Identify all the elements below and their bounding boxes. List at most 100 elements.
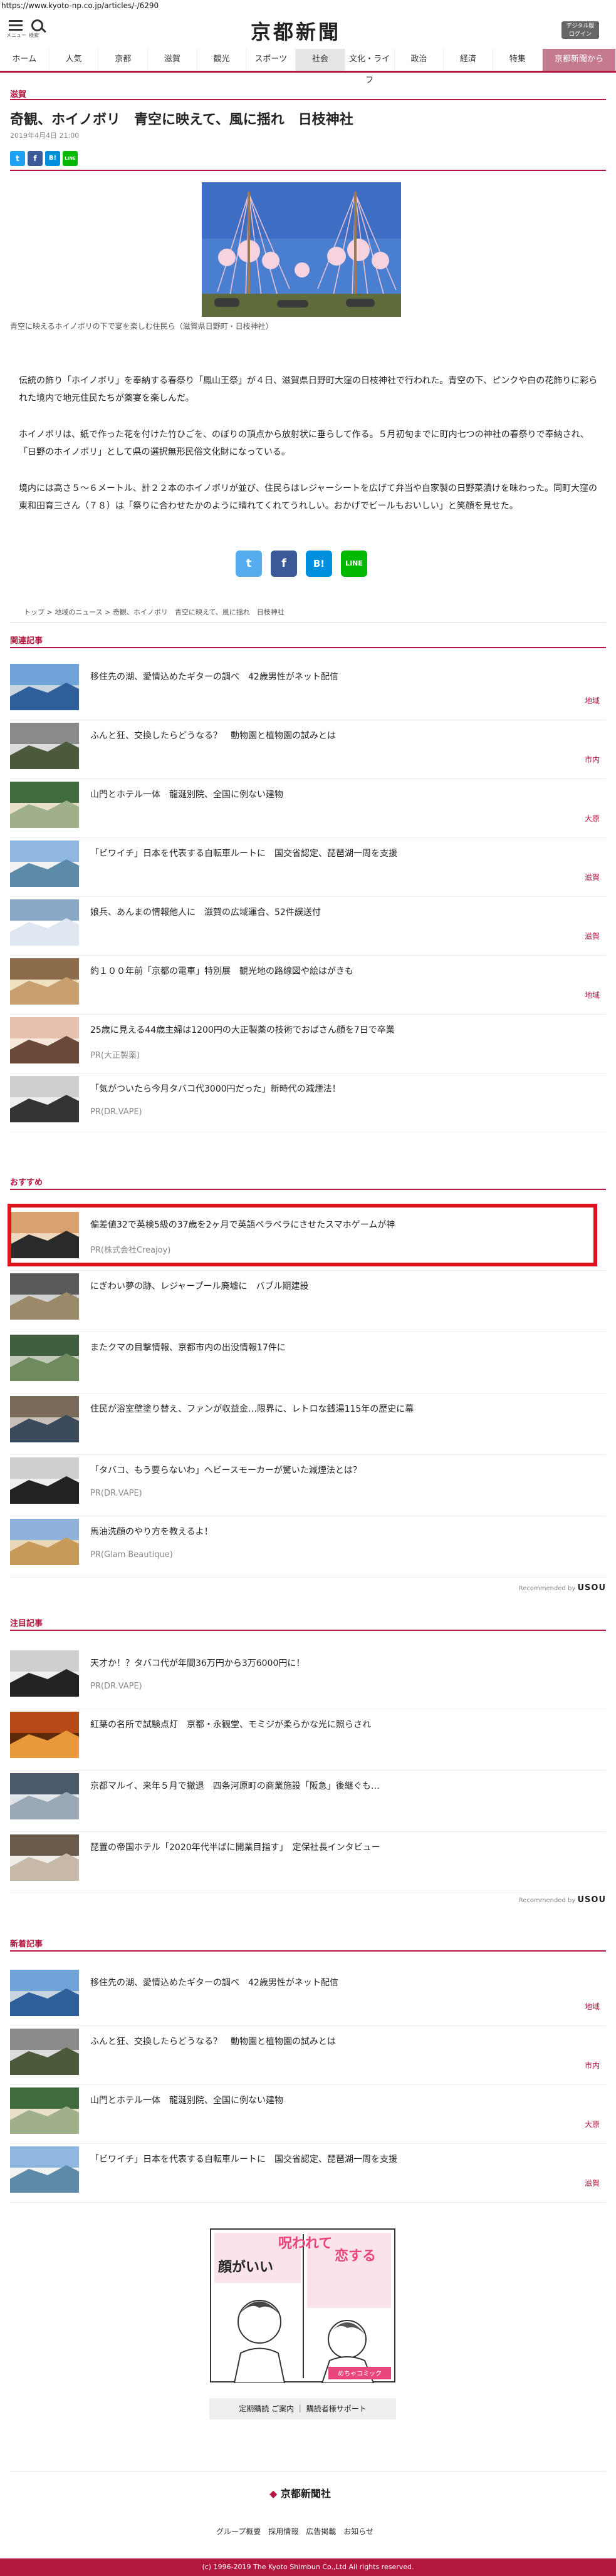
thumbnail-image[interactable] (10, 1457, 79, 1504)
url-bar[interactable]: https://www.kyoto-np.co.jp/articles/-/62… (0, 0, 616, 13)
nav-item[interactable]: 特集 (493, 49, 543, 71)
item-area-tag[interactable]: 滋賀 (585, 2178, 600, 2188)
item-title[interactable]: 約１００年前「京都の電車」特別展 観光地の路線図や絵はがきも (90, 965, 592, 977)
breadcrumb-home[interactable]: トップ (24, 608, 44, 616)
list-item[interactable]: 天才か！？タバコ代が年間36万円から3万6000円に！ PR(DR.VAPE) (10, 1650, 606, 1709)
list-item[interactable]: 約１００年前「京都の電車」特別展 観光地の路線図や絵はがきも地域 (10, 958, 606, 1015)
nav-item[interactable]: 社会 (296, 49, 345, 71)
hatena-share-button[interactable]: B! (306, 551, 332, 577)
item-area-tag[interactable]: 地域 (585, 695, 600, 706)
list-item[interactable]: 山門とホテル一体 龍涎別院、全国に例ない建物大原 (10, 782, 606, 838)
recommended-credit[interactable]: Recommended by USOU (519, 1583, 606, 1593)
nav-item[interactable]: 人気 (50, 49, 99, 71)
thumbnail-image[interactable] (10, 1335, 79, 1381)
menu-label[interactable]: メニュー (6, 32, 26, 39)
twitter-share-button[interactable]: t (236, 551, 262, 577)
item-area-tag[interactable]: 地域 (585, 2001, 600, 2012)
featured-credit[interactable]: Recommended by USOU (519, 1895, 606, 1905)
nav-item[interactable]: 政治 (395, 49, 444, 71)
thumbnail-image[interactable] (10, 2146, 79, 2193)
manga-ad-banner[interactable]: 呪われて 恋する 顔がいい めちゃコミック (209, 2228, 396, 2383)
thumbnail-image[interactable] (10, 958, 79, 1005)
list-item[interactable]: 住民が浴室壁塗り替え、ファンが収益金…限界に、レトロな銭湯115年の歴史に幕 (10, 1396, 606, 1455)
thumbnail-image[interactable] (10, 1834, 79, 1881)
item-area-tag[interactable]: 地域 (585, 990, 600, 1000)
item-title[interactable]: ふんと狂、交換したらどうなる？ 動物園と植物園の試みとは (90, 2035, 592, 2047)
item-title[interactable]: 娘兵、あんまの情報他人に 滋賀の広域運合、52件誤送付 (90, 906, 592, 918)
list-item[interactable]: 山門とホテル一体 龍涎別院、全国に例ない建物大原 (10, 2087, 606, 2144)
item-title[interactable]: 「ビワイチ」日本を代表する自転車ルートに 国交省認定、琵琶湖一周を支援 (90, 847, 592, 859)
item-title[interactable]: 「ビワイチ」日本を代表する自転車ルートに 国交省認定、琵琶湖一周を支援 (90, 2153, 592, 2165)
twitter-share-icon[interactable]: t (10, 151, 25, 166)
item-title[interactable]: 琵置の帝国ホテル「2020年代半ばに開業目指す」 定保社長インタビュー (90, 1841, 592, 1853)
item-title[interactable]: 「タバコ、もう要らないわ」ヘビースモーカーが驚いた減煙法とは？ (90, 1464, 592, 1476)
item-title[interactable]: 移住先の湖、愛情込めたギターの調べ 42歳男性がネット配信 (90, 1976, 592, 1989)
facebook-share-icon[interactable]: f (28, 151, 43, 166)
thumbnail-image[interactable] (10, 782, 79, 828)
item-title[interactable]: 25歳に見える44歳主婦は1200円の大正製薬の技術でおばさん顔を7日で卒業 (90, 1023, 592, 1036)
list-item[interactable]: 京都マルイ、来年５月で撤退 四条河原町の商業施設「阪急」後継ぐも… (10, 1773, 606, 1832)
item-area-tag[interactable]: 滋賀 (585, 872, 600, 882)
footer-links[interactable]: グループ概要 採用情報 広告掲載 お知らせ (216, 2526, 373, 2537)
item-title[interactable]: 山門とホテル一体 龍涎別院、全国に例ない建物 (90, 2094, 592, 2106)
item-title[interactable]: 山門とホテル一体 龍涎別院、全国に例ない建物 (90, 788, 592, 800)
thumbnail-image[interactable] (10, 1273, 79, 1320)
site-logo[interactable]: 京都新聞 (251, 16, 341, 45)
nav-item[interactable]: 経済 (444, 49, 493, 71)
list-item[interactable]: 移住先の湖、愛情込めたギターの調べ 42歳男性がネット配信地域 (10, 1970, 606, 2026)
item-title[interactable]: 「気がついたら今月タバコ代3000円だった」新時代の減煙法！ (90, 1082, 592, 1095)
thumbnail-image[interactable] (10, 1519, 79, 1565)
thumbnail-image[interactable] (10, 841, 79, 887)
item-title[interactable]: またクマの目撃情報、京都市内の出没情報17件に (90, 1341, 592, 1353)
thumbnail-image[interactable] (10, 2087, 79, 2134)
nav-item-special[interactable]: 京都新聞から (542, 49, 616, 71)
list-item[interactable]: 娘兵、あんまの情報他人に 滋賀の広域運合、52件誤送付滋賀 (10, 899, 606, 956)
thumbnail-image[interactable] (10, 2029, 79, 2075)
list-item[interactable]: 馬油洗顔のやり方を教えるよ！ PR(Glam Beautique) (10, 1519, 606, 1578)
list-item[interactable]: 「タバコ、もう要らないわ」ヘビースモーカーが驚いた減煙法とは？ PR(DR.VAP… (10, 1457, 606, 1516)
list-item[interactable]: 移住先の湖、愛情込めたギターの調べ 42歳男性がネット配信地域 (10, 664, 606, 720)
item-title[interactable]: にぎわい夢の跡、レジャープール廃墟に バブル期建設 (90, 1280, 592, 1292)
nav-item[interactable]: 文化・ライフ (345, 49, 395, 85)
list-item[interactable]: 「ビワイチ」日本を代表する自転車ルートに 国交省認定、琵琶湖一周を支援滋賀 (10, 2146, 606, 2203)
item-title[interactable]: 京都マルイ、来年５月で撤退 四条河原町の商業施設「阪急」後継ぐも… (90, 1779, 592, 1792)
thumbnail-image[interactable] (10, 1017, 79, 1063)
list-item[interactable]: またクマの目撃情報、京都市内の出没情報17件に (10, 1335, 606, 1394)
list-item[interactable]: ふんと狂、交換したらどうなる？ 動物園と植物園の試みとは 市内 (10, 723, 606, 779)
nav-item[interactable]: ホーム (0, 49, 50, 71)
item-title[interactable]: 馬油洗顔のやり方を教えるよ！ (90, 1525, 592, 1538)
nav-item[interactable]: 滋賀 (148, 49, 197, 71)
thumbnail-image[interactable] (10, 1076, 79, 1122)
list-item[interactable]: ふんと狂、交換したらどうなる？ 動物園と植物園の試みとは市内 (10, 2029, 606, 2085)
nav-item[interactable]: 京都 (98, 49, 149, 71)
article-category[interactable]: 滋賀 (10, 88, 26, 100)
item-title[interactable]: 紅葉の名所で試験点灯 京都・永観堂、モミジが柔らかな光に照らされ (90, 1718, 592, 1730)
item-title[interactable]: 住民が浴室壁塗り替え、ファンが収益金…限界に、レトロな銭湯115年の歴史に幕 (90, 1402, 592, 1415)
hamburger-menu-icon[interactable] (9, 20, 23, 33)
item-area-tag[interactable]: 市内 (585, 2060, 600, 2071)
item-area-tag[interactable]: 大原 (585, 2119, 600, 2129)
facebook-share-button[interactable]: f (271, 551, 297, 577)
list-item[interactable]: 紅葉の名所で試験点灯 京都・永観堂、モミジが柔らかな光に照らされ (10, 1712, 606, 1771)
search-label[interactable]: 検索 (29, 32, 39, 39)
line-share-icon[interactable]: LINE (63, 151, 78, 166)
list-item[interactable]: 「気がついたら今月タバコ代3000円だった」新時代の減煙法！ PR(DR.VAPE… (10, 1076, 606, 1132)
thumbnail-image[interactable] (10, 1396, 79, 1442)
list-item[interactable]: にぎわい夢の跡、レジャープール廃墟に バブル期建設 (10, 1273, 606, 1332)
thumbnail-image[interactable] (10, 723, 79, 769)
hatena-share-icon[interactable]: B! (45, 151, 60, 166)
nav-item[interactable]: スポーツ (246, 49, 296, 71)
thumbnail-image[interactable] (10, 899, 79, 946)
item-title[interactable]: ふんと狂、交換したらどうなる？ 動物園と植物園の試みとは (90, 729, 592, 742)
item-area-tag[interactable]: 大原 (585, 813, 600, 824)
list-item[interactable]: 琵置の帝国ホテル「2020年代半ばに開業目指す」 定保社長インタビュー (10, 1834, 606, 1893)
list-item[interactable]: 「ビワイチ」日本を代表する自転車ルートに 国交省認定、琵琶湖一周を支援滋賀 (10, 841, 606, 897)
item-title[interactable]: 天才か！？タバコ代が年間36万円から3万6000円に！ (90, 1657, 592, 1669)
item-title[interactable]: 移住先の湖、愛情込めたギターの調べ 42歳男性がネット配信 (90, 670, 592, 683)
footer-logo[interactable]: ◆ 京都新聞社 (269, 2485, 331, 2500)
item-area-tag[interactable]: 滋賀 (585, 931, 600, 941)
subscription-links[interactable]: 定期購読 ご案内 ｜ 購読者様サポート (209, 2398, 396, 2419)
thumbnail-image[interactable] (10, 664, 79, 710)
thumbnail-image[interactable] (10, 1773, 79, 1819)
thumbnail-image[interactable] (10, 1970, 79, 2016)
